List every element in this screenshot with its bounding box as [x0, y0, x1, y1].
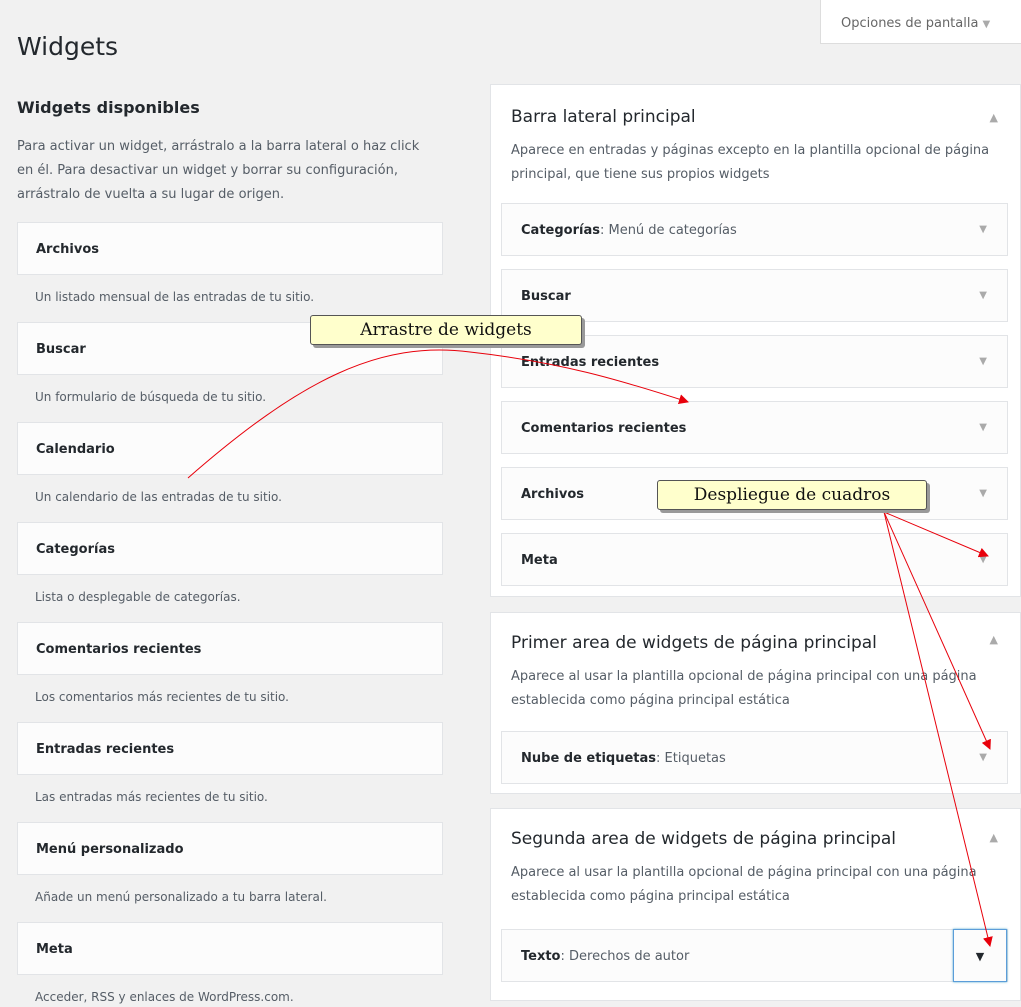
available-widget-desc: Un calendario de las entradas de tu siti… [35, 490, 282, 504]
page-title: Widgets [17, 32, 119, 61]
sidebar-front-2: Segunda area de widgets de página princi… [490, 808, 1021, 1001]
sidebar-description: Aparece al usar la plantilla opcional de… [511, 865, 977, 904]
available-widget-desc: Las entradas más recientes de tu sitio. [35, 790, 268, 804]
chevron-down-icon[interactable]: ▼ [979, 290, 987, 301]
available-widget-desc: Un listado mensual de las entradas de tu… [35, 290, 315, 304]
widget-name: Entradas recientes [521, 355, 660, 370]
available-widget-menu-personalizado[interactable]: Menú personalizado [17, 822, 443, 875]
chevron-down-icon[interactable]: ▼ [979, 422, 987, 433]
chevron-down-icon[interactable]: ▼ [979, 488, 987, 499]
available-widget-desc: Los comentarios más recientes de tu siti… [35, 690, 289, 704]
chevron-down-icon[interactable]: ▼ [979, 356, 987, 367]
screen-options-button[interactable]: Opciones de pantalla ▼ [820, 0, 1021, 44]
available-widget-desc: Acceder, RSS y enlaces de WordPress.com. [35, 990, 294, 1004]
available-widgets-title: Widgets disponibles [17, 98, 200, 117]
widget-subtitle: : Derechos de autor [560, 949, 690, 964]
annotation-expand-boxes: Despliegue de cuadros [657, 480, 927, 510]
chevron-down-icon: ▼ [982, 19, 991, 30]
widget-name: Texto [521, 949, 561, 964]
widget-subtitle: : Menú de categorías [599, 223, 737, 238]
widget-name: Buscar [521, 289, 571, 304]
sidebar-widget-categorias[interactable]: Categorías: Menú de categorías ▼ [501, 203, 1008, 256]
sidebar-widget-texto[interactable]: Texto: Derechos de autor ▼ [501, 929, 1008, 982]
chevron-up-icon[interactable]: ▲ [990, 111, 998, 124]
chevron-up-icon[interactable]: ▲ [990, 831, 998, 844]
sidebar-title: Barra lateral principal [511, 107, 696, 127]
available-widget-archivos[interactable]: Archivos [17, 222, 443, 275]
chevron-down-icon[interactable]: ▼ [979, 554, 987, 565]
available-widget-desc: Añade un menú personalizado a tu barra l… [35, 890, 327, 904]
chevron-down-icon[interactable]: ▼ [979, 224, 987, 235]
available-widget-comentarios-recientes[interactable]: Comentarios recientes [17, 622, 443, 675]
sidebar-front-1: Primer area de widgets de página princip… [490, 612, 1021, 794]
chevron-up-icon[interactable]: ▲ [990, 633, 998, 646]
available-widget-calendario[interactable]: Calendario [17, 422, 443, 475]
sidebar-widget-meta[interactable]: Meta ▼ [501, 533, 1008, 586]
available-widget-categorias[interactable]: Categorías [17, 522, 443, 575]
widget-name: Archivos [521, 487, 585, 502]
widget-name: Nube de etiquetas [521, 751, 657, 766]
widget-name: Meta [521, 553, 558, 568]
chevron-down-icon[interactable]: ▼ [953, 929, 1007, 982]
sidebar-widget-comentarios-recientes[interactable]: Comentarios recientes ▼ [501, 401, 1008, 454]
available-widget-meta[interactable]: Meta [17, 922, 443, 975]
widget-name: Comentarios recientes [521, 421, 687, 436]
annotation-drag-widgets: Arrastre de widgets [310, 315, 582, 345]
sidebar-title: Primer area de widgets de página princip… [511, 633, 877, 653]
widget-name: Categorías [521, 223, 600, 238]
widget-subtitle: : Etiquetas [656, 751, 726, 766]
sidebar-title: Segunda area de widgets de página princi… [511, 829, 897, 849]
sidebar-description: Aparece en entradas y páginas excepto en… [511, 143, 990, 182]
sidebar-description: Aparece al usar la plantilla opcional de… [511, 669, 977, 708]
available-widget-desc: Un formulario de búsqueda de tu sitio. [35, 390, 267, 404]
chevron-down-icon[interactable]: ▼ [979, 752, 987, 763]
sidebar-widget-nube-de-etiquetas[interactable]: Nube de etiquetas: Etiquetas ▼ [501, 731, 1008, 784]
available-widgets-description: Para activar un widget, arrástralo a la … [17, 139, 420, 202]
available-widget-entradas-recientes[interactable]: Entradas recientes [17, 722, 443, 775]
available-widget-desc: Lista o desplegable de categorías. [35, 590, 241, 604]
screen-options-label: Opciones de pantalla [841, 16, 979, 31]
